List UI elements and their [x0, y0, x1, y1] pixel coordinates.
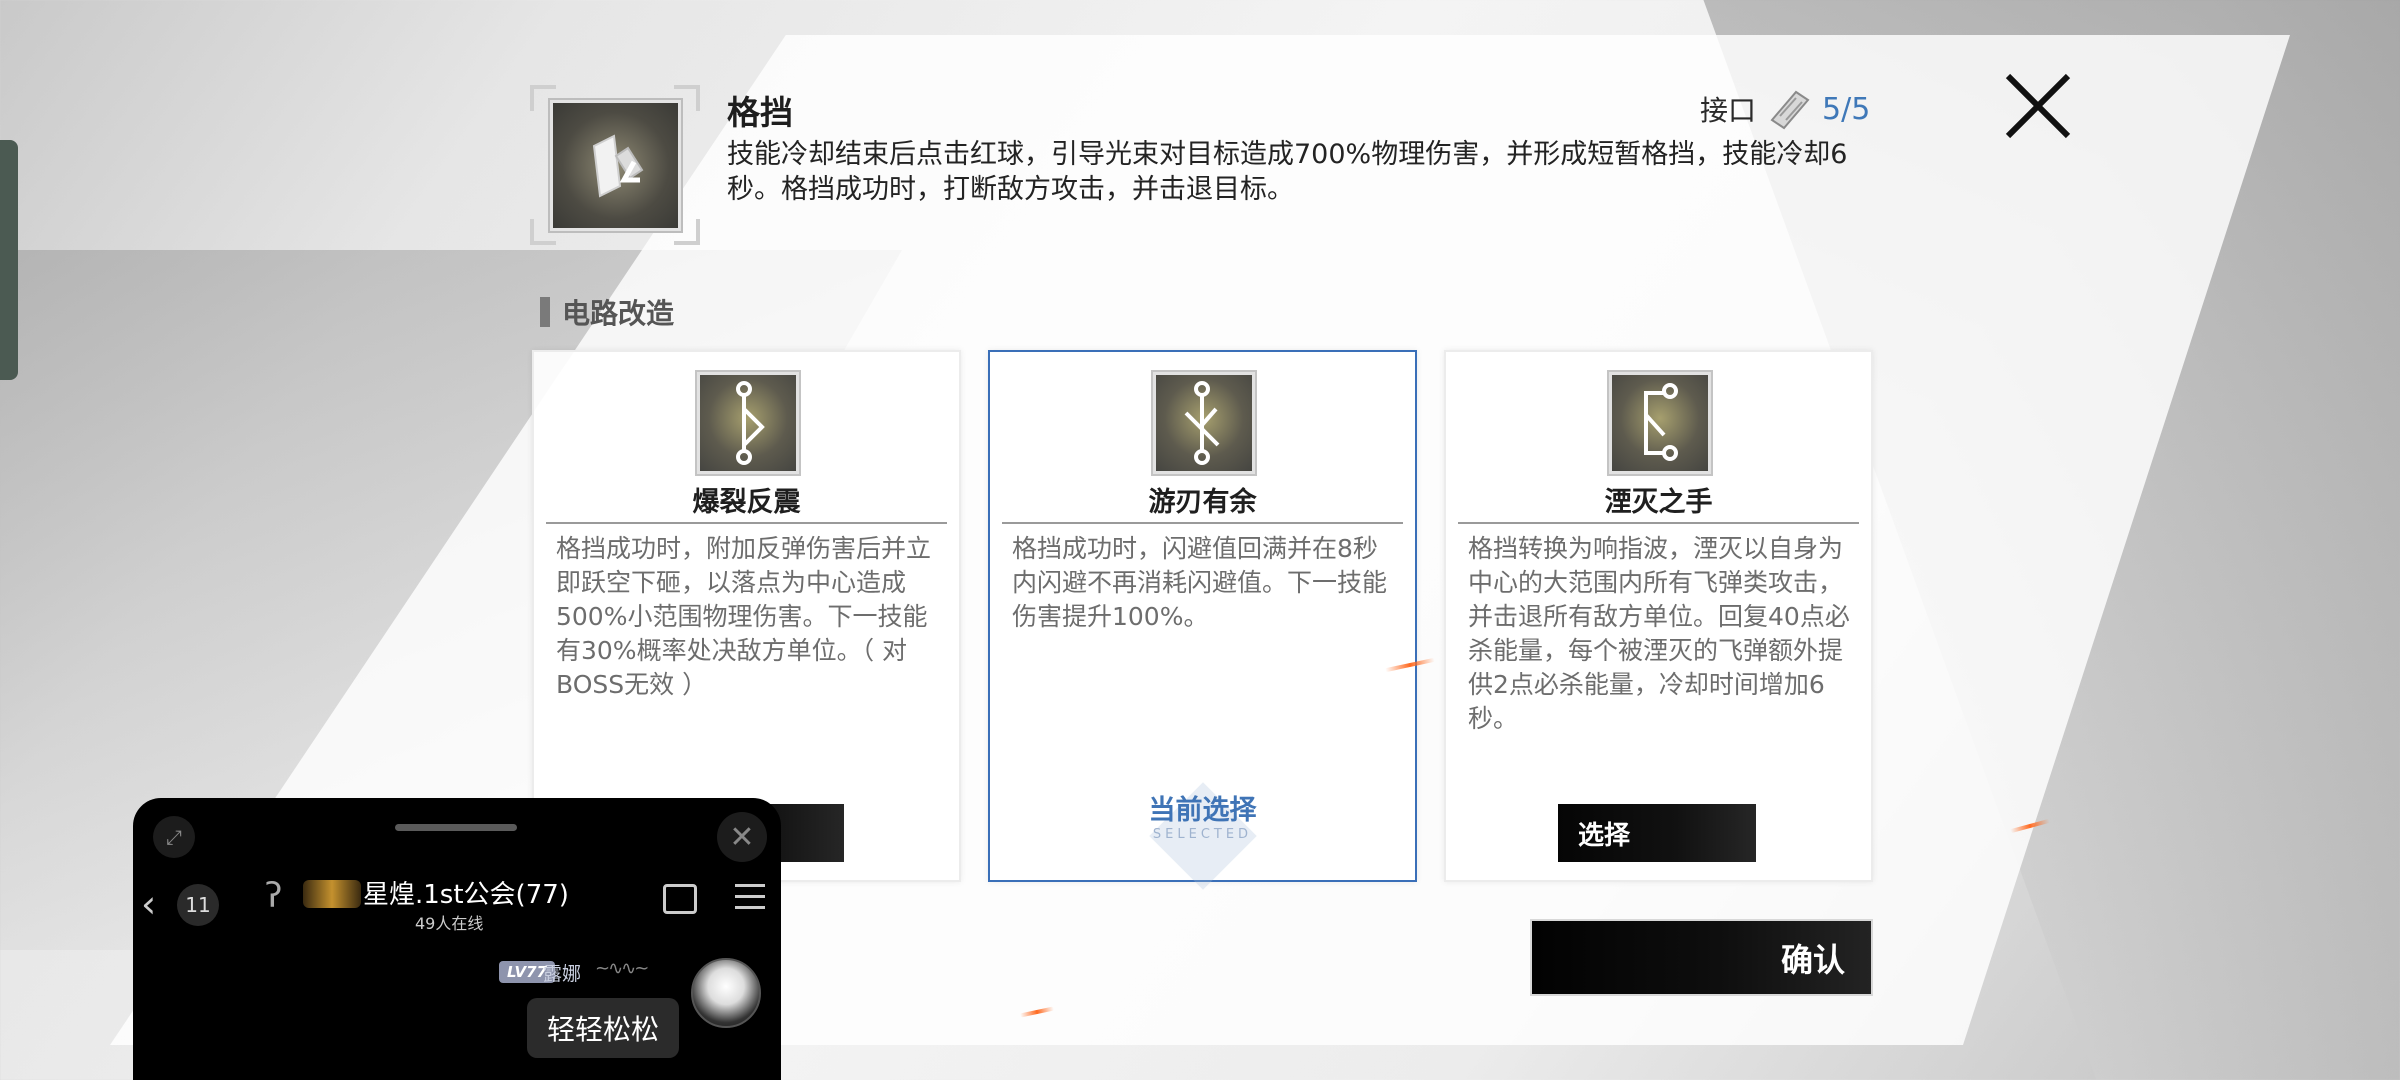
skill-icon-frame [530, 85, 700, 245]
expand-icon[interactable]: ⤢ [153, 816, 195, 858]
drag-handle[interactable] [395, 824, 517, 831]
online-count: 49人在线 [415, 914, 484, 933]
close-icon [2005, 73, 2071, 139]
back-chevron-icon[interactable]: ‹ [141, 882, 156, 926]
username-decoration-icon: ~∿∿~ [595, 958, 649, 979]
deflect-skill-icon [550, 100, 681, 231]
card-name: 爆裂反震 [692, 487, 801, 518]
card-divider [546, 522, 947, 524]
calendar-check-icon[interactable] [663, 884, 697, 914]
card-description: 格挡成功时，附加反弹伤害后并立即跃空下砸，以落点为中心造成500%小范围物理伤害… [556, 534, 932, 699]
chat-message-bubble: 轻轻松松 [527, 998, 680, 1058]
circuit-card-effortless[interactable]: 游刃有余 格挡成功时，闪避值回满并在8秒内闪避不再消耗闪避值。下一技能伤害提升1… [988, 350, 1417, 890]
card-divider [1458, 522, 1859, 524]
current-selection-label: 当前选择 [1148, 795, 1257, 826]
guild-chat-overlay[interactable]: ⤢ ✕ ‹ 11 ʔ 星煌.1st公会(77) 49人在线 LV77 露娜 ~∿… [133, 798, 781, 1080]
selected-sub-label: SELECTED [1152, 827, 1253, 842]
menu-icon[interactable] [735, 884, 765, 917]
interface-count: 5/5 [1822, 91, 1871, 127]
section-title: 电路改造 [562, 297, 675, 330]
card-name: 湮灭之手 [1604, 487, 1713, 518]
close-button[interactable] [2002, 70, 2074, 142]
guild-logo-icon [303, 880, 361, 908]
confirm-button[interactable]: 确认 [1532, 921, 1871, 994]
current-selection-indicator: 当前选择 SELECTED [990, 782, 1415, 890]
select-button[interactable]: 选择 [1558, 804, 1756, 862]
section-marker [540, 297, 550, 327]
circuit-rune-icon [696, 372, 799, 474]
unread-count-badge[interactable]: 11 [177, 884, 219, 926]
card-description: 格挡转换为响指波，湮灭以自身为中心的大范围内所有飞弹类攻击，并击退所有敌方单位。… [1468, 534, 1850, 733]
interface-slot-indicator: 接口 5/5 [1700, 86, 1870, 132]
circuit-rune-icon [1608, 372, 1711, 474]
circuit-card-annihilation-hand[interactable]: 湮灭之手 格挡转换为响指波，湮灭以自身为中心的大范围内所有飞弹类攻击，并击退所有… [1444, 350, 1873, 882]
interface-label: 接口 [1700, 94, 1757, 127]
section-header: 电路改造 [540, 292, 674, 332]
chat-close-icon[interactable]: ✕ [717, 812, 767, 862]
circuit-rune-icon [1152, 372, 1255, 474]
skill-title: 格挡 [727, 93, 793, 132]
card-name: 游刃有余 [1148, 487, 1257, 518]
chat-title: 星煌.1st公会(77) [363, 880, 569, 910]
message-username: 露娜 [543, 963, 582, 985]
ear-icon[interactable]: ʔ [265, 876, 282, 916]
side-edge-tab[interactable] [0, 140, 18, 380]
chip-icon [1766, 86, 1812, 132]
skill-description: 技能冷却结束后点击红球，引导光束对目标造成700%物理伤害，并形成短暂格挡，技能… [727, 139, 1848, 205]
avatar[interactable] [691, 958, 761, 1028]
card-divider [1002, 522, 1403, 524]
card-description: 格挡成功时，闪避值回满并在8秒内闪避不再消耗闪避值。下一技能伤害提升100%。 [1012, 534, 1388, 631]
